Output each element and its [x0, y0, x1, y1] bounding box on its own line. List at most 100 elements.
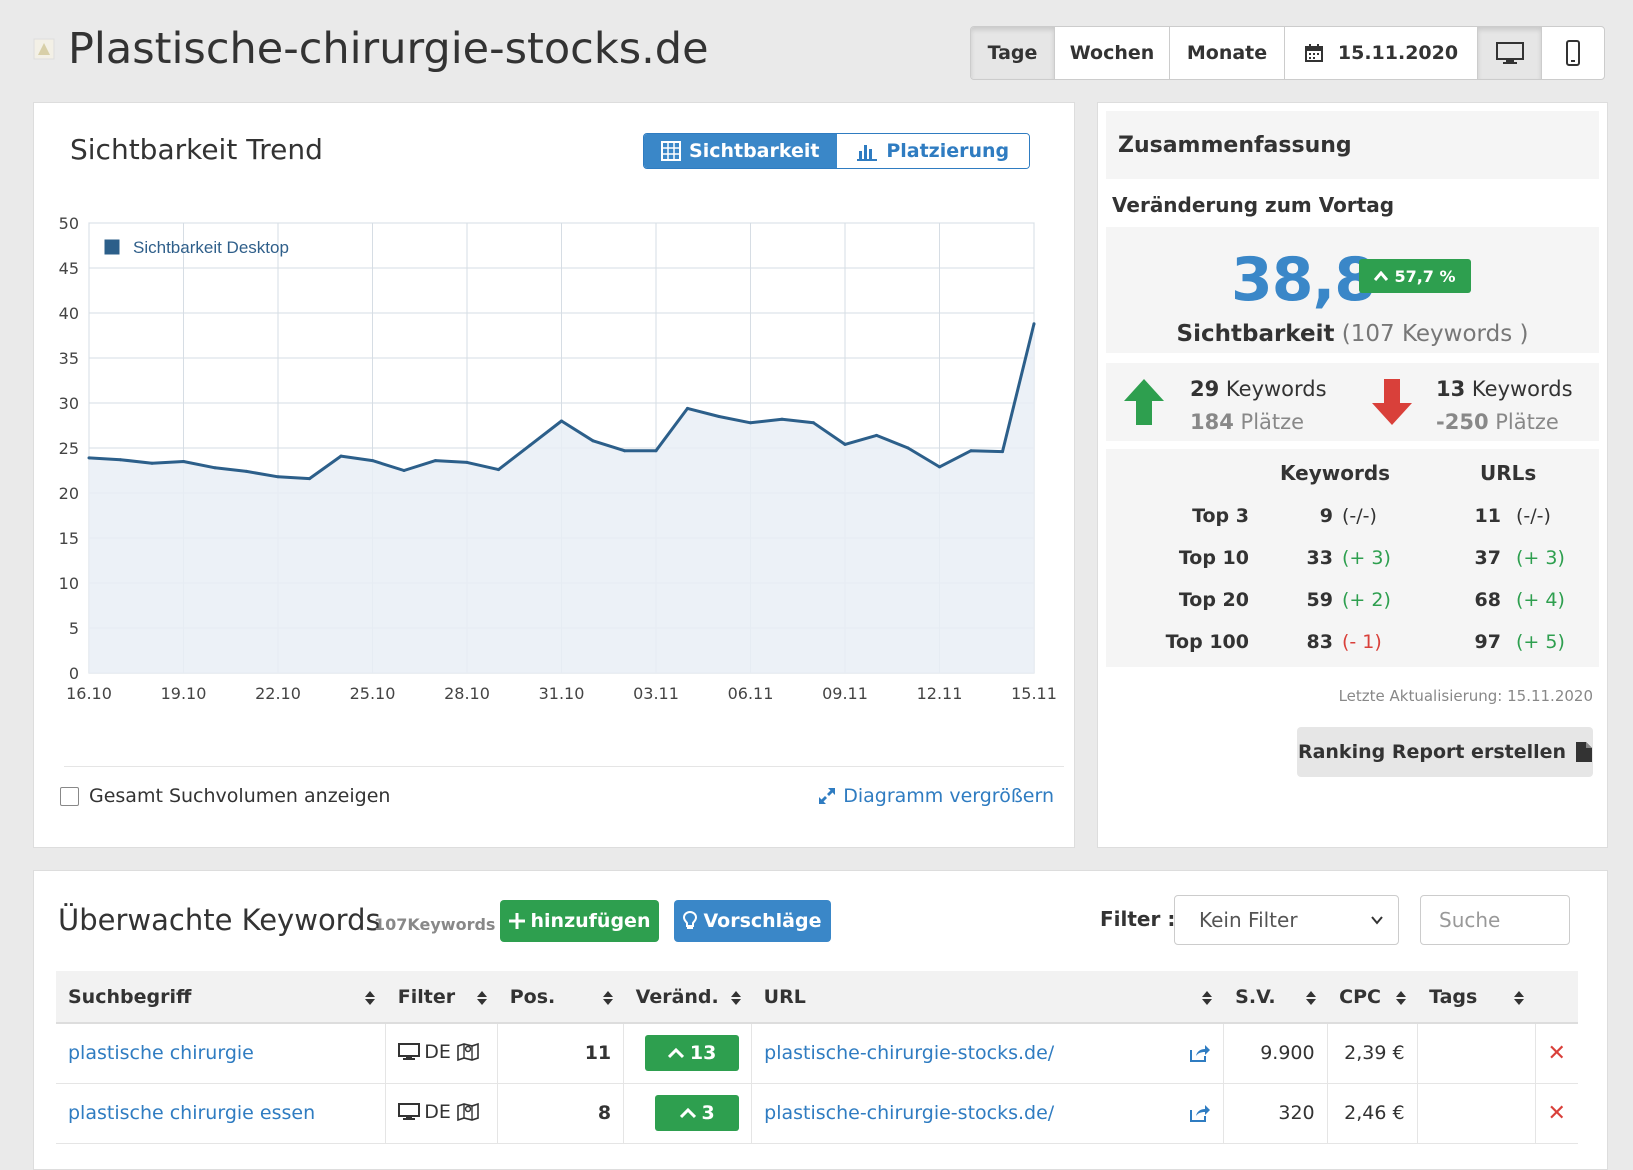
- col-urls: URLs: [1480, 461, 1537, 485]
- urls-change: (-/-): [1516, 505, 1551, 527]
- y-tick-label: 20: [59, 484, 79, 503]
- days-button[interactable]: Tage: [971, 27, 1055, 79]
- col-url[interactable]: URL: [751, 971, 1224, 1024]
- keywords-card: Überwachte Keywords 107Keywords hinzufüg…: [33, 870, 1608, 1170]
- y-tick-label: 40: [59, 304, 79, 323]
- url-cell[interactable]: plastische-chirurgie-stocks.de/: [751, 1023, 1224, 1084]
- x-tick-label: 28.10: [444, 684, 490, 703]
- url-cell[interactable]: plastische-chirurgie-stocks.de/: [751, 1083, 1224, 1144]
- mobile-icon: [1566, 40, 1580, 66]
- urls-value: 37: [1474, 547, 1501, 569]
- filter-select[interactable]: Kein Filter: [1174, 895, 1399, 945]
- keywords-up: 29 Keywords 184 Plätze: [1190, 377, 1327, 434]
- suggestions-button[interactable]: Vorschläge: [674, 900, 831, 942]
- col-change[interactable]: Veränd.: [623, 971, 752, 1024]
- months-button[interactable]: Monate: [1170, 27, 1285, 79]
- ranking-label: Top 10: [1178, 547, 1249, 569]
- mobile-button[interactable]: [1542, 27, 1604, 79]
- search-input[interactable]: [1420, 895, 1570, 945]
- col-pos[interactable]: Pos.: [497, 971, 624, 1024]
- y-tick-label: 45: [59, 259, 79, 278]
- keywords-change: (+ 3): [1342, 547, 1391, 569]
- tab-ranking[interactable]: Platzierung: [836, 134, 1029, 168]
- show-volume-toggle[interactable]: Gesamt Suchvolumen anzeigen: [60, 785, 390, 807]
- col-term[interactable]: Suchbegriff: [56, 971, 386, 1024]
- data-point: [150, 461, 154, 465]
- col-tags[interactable]: Tags: [1417, 971, 1536, 1024]
- map-icon: [457, 1102, 479, 1121]
- keywords-title: Überwachte Keywords: [58, 903, 381, 937]
- data-point: [749, 421, 752, 425]
- col-cpc[interactable]: CPC: [1327, 971, 1418, 1024]
- data-point: [938, 465, 941, 469]
- keyword-link[interactable]: plastische chirurgie essen: [68, 1102, 315, 1124]
- data-point: [497, 468, 500, 472]
- url-link[interactable]: plastische-chirurgie-stocks.de/: [764, 1102, 1054, 1124]
- sort-icon: [1201, 989, 1213, 1011]
- data-point: [1032, 322, 1036, 326]
- legend-label: Sichtbarkeit Desktop: [133, 238, 289, 257]
- col-sv[interactable]: S.V.: [1223, 971, 1328, 1024]
- delete-icon[interactable]: ✕: [1548, 1041, 1566, 1066]
- keywords-value: 9: [1319, 505, 1333, 527]
- col-filter[interactable]: Filter: [385, 971, 498, 1024]
- position-value: 11: [584, 1042, 612, 1065]
- delete-cell[interactable]: ✕: [1535, 1023, 1578, 1084]
- sort-icon: [1202, 991, 1213, 1005]
- show-volume-checkbox[interactable]: [60, 786, 79, 806]
- delete-icon[interactable]: ✕: [1548, 1101, 1566, 1126]
- data-point: [213, 466, 217, 470]
- keyword-cell[interactable]: plastische chirurgie: [56, 1023, 387, 1084]
- x-tick-label: 19.10: [161, 684, 207, 703]
- url-link[interactable]: plastische-chirurgie-stocks.de/: [764, 1042, 1054, 1064]
- weeks-button[interactable]: Wochen: [1055, 27, 1170, 79]
- table-row[interactable]: plastische chirurgie DE 11 13 plastische…: [56, 1023, 1578, 1084]
- cpc-cell: 2,46 €: [1327, 1083, 1418, 1144]
- summary-header: Zusammenfassung: [1106, 111, 1599, 179]
- table-row[interactable]: plastische chirurgie essen DE 8 3 plasti…: [56, 1083, 1578, 1144]
- date-picker-button[interactable]: 15.11.2020: [1285, 27, 1478, 79]
- data-point: [780, 417, 784, 421]
- data-point: [969, 449, 973, 453]
- add-keyword-button[interactable]: hinzufügen: [500, 900, 659, 942]
- tab-visibility[interactable]: Sichtbarkeit: [644, 134, 837, 168]
- trend-title: Sichtbarkeit Trend: [70, 133, 323, 166]
- delete-cell[interactable]: ✕: [1535, 1083, 1578, 1144]
- enlarge-chart-link[interactable]: Diagramm vergrößern: [817, 785, 1054, 807]
- y-tick-label: 0: [69, 664, 79, 683]
- change-badge: 13: [645, 1035, 740, 1072]
- data-point: [119, 458, 122, 462]
- tags-cell[interactable]: [1417, 1023, 1536, 1084]
- desktop-icon: [398, 1042, 421, 1060]
- create-report-button[interactable]: Ranking Report erstellen: [1297, 727, 1593, 777]
- ranking-label: Top 100: [1165, 631, 1249, 653]
- data-point: [906, 446, 910, 450]
- summary-subheader: Veränderung zum Vortag: [1112, 193, 1395, 217]
- sort-icon: [602, 989, 614, 1011]
- filter-label: Filter :: [1100, 907, 1176, 931]
- visibility-chart: 0 5 10 15 20 25 30 35 40 45 50 16.10 19.10 22.10 25.10…: [59, 214, 1057, 703]
- x-tick-label: 06.11: [728, 684, 774, 703]
- desktop-icon: [398, 1102, 421, 1120]
- col-actions: [1535, 971, 1578, 1024]
- tags-cell[interactable]: [1417, 1083, 1536, 1144]
- data-point: [276, 475, 280, 479]
- trend-card: Sichtbarkeit Trend Sichtbarkeit Platzier…: [33, 102, 1075, 848]
- external-link-icon[interactable]: [1189, 1044, 1211, 1062]
- desktop-button[interactable]: [1478, 27, 1542, 79]
- data-point: [623, 449, 626, 453]
- x-tick-label: 15.11: [1011, 684, 1057, 703]
- x-tick-label: 31.10: [539, 684, 585, 703]
- data-point: [182, 460, 185, 463]
- y-tick-label: 5: [69, 619, 79, 638]
- ranking-row: Top 20 59 (+ 2) 68 (+ 4): [1106, 589, 1599, 633]
- keyword-link[interactable]: plastische chirurgie: [68, 1042, 254, 1064]
- data-point: [371, 459, 374, 463]
- urls-value: 97: [1474, 631, 1501, 653]
- ranking-row: Top 3 9 (-/-) 11 (-/-): [1106, 505, 1599, 549]
- legend-swatch: [103, 238, 121, 256]
- y-tick-label: 30: [59, 394, 79, 413]
- external-link-icon[interactable]: [1189, 1104, 1211, 1122]
- keyword-cell[interactable]: plastische chirurgie essen: [56, 1083, 387, 1144]
- bar-chart-icon: [857, 145, 878, 161]
